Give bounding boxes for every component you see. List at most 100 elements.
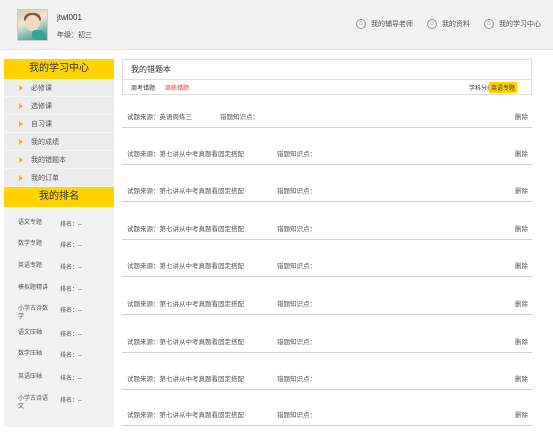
- question-row: 试题来源：第七讲从中考真题看固定搭配 错题知识点： 删除: [122, 220, 532, 240]
- filter-weekly-exam[interactable]: 周考错题: [131, 83, 155, 92]
- delete-button[interactable]: 删除: [515, 111, 528, 121]
- question-row: 试题来源：第七讲从中考真题看固定搭配 错题知识点： 删除: [122, 257, 532, 277]
- avatar[interactable]: [17, 9, 48, 41]
- rank-name: 模拟题精讲: [18, 285, 49, 291]
- question-knowledge-point: 错题知识点：: [277, 263, 316, 270]
- question-knowledge-point: 错题知识点：: [277, 376, 316, 383]
- delete-button[interactable]: 删除: [515, 148, 528, 158]
- sidebar-item-label: 自习课: [31, 120, 52, 128]
- delete-button[interactable]: 删除: [515, 336, 528, 346]
- username: jtwl001: [57, 13, 82, 22]
- top-links: ☺ 我的辅导老师 ☺ 我的资料 ☺ 我的学习中心: [356, 19, 541, 29]
- header: jtwl001 年级：初三 ☺ 我的辅导老师 ☺ 我的资料 ☺ 我的学习中心: [0, 0, 553, 50]
- triangle-icon: [19, 174, 23, 181]
- link-my-profile[interactable]: ☺ 我的资料: [427, 19, 470, 29]
- rank-value: 排名：--: [60, 308, 82, 314]
- question-source: 试题来源：英语周练三: [127, 114, 192, 121]
- sidebar-item-label: 选修课: [31, 102, 52, 110]
- study-circle-icon: ☺: [484, 19, 494, 29]
- sidebar-item-mistakes[interactable]: 我的错题本: [4, 151, 114, 169]
- question-source: 试题来源：第七讲从中考真题看固定搭配: [127, 151, 244, 158]
- rank-value: 排名：--: [60, 353, 82, 359]
- triangle-icon: [19, 156, 23, 163]
- sidebar-item-grades[interactable]: 我的成绩: [4, 133, 114, 151]
- question-knowledge-point: 错题知识点：: [277, 151, 316, 158]
- link-my-study-center[interactable]: ☺ 我的学习中心: [484, 19, 541, 29]
- rank-row: 数学压轴 排名：--: [4, 350, 114, 359]
- rank-row: 数学专题 排名：--: [4, 240, 114, 249]
- question-source: 试题来源：第七讲从中考真题看固定搭配: [127, 263, 244, 270]
- rank-name: 数学压轴: [18, 351, 43, 357]
- rank-row: 语文压轴 排名：--: [4, 329, 114, 338]
- sidebar-title: 我的学习中心: [4, 59, 114, 79]
- main-panel: 我的错题本 周考错题 周练错题 学科分类 英语专题: [122, 59, 532, 95]
- sidebar-item-label: 必修课: [31, 84, 52, 92]
- question-row: 试题来源：英语周练三 错题知识点： 删除: [122, 108, 532, 128]
- triangle-icon: [19, 138, 23, 145]
- rank-value: 排名：--: [60, 265, 82, 271]
- triangle-icon: [19, 102, 23, 109]
- question-row: 试题来源：第七讲从中考真题看固定搭配 错题知识点： 删除: [122, 295, 532, 315]
- rank-name: 小学古诗数学: [18, 306, 49, 320]
- rank-value: 排名：--: [60, 222, 82, 228]
- rank-row: 模拟题精讲 排名：--: [4, 284, 114, 293]
- question-source: 试题来源：第七讲从中考真题看固定搭配: [127, 188, 244, 195]
- rank-value: 排名：--: [60, 287, 82, 293]
- sidebar-item-self-study[interactable]: 自习课: [4, 115, 114, 133]
- rank-row: 小学古诗数学 排名：--: [4, 305, 114, 321]
- delete-button[interactable]: 删除: [515, 223, 528, 233]
- page-title: 我的错题本: [122, 59, 532, 79]
- triangle-icon: [19, 84, 23, 91]
- delete-button[interactable]: 删除: [515, 298, 528, 308]
- rank-value: 排名：--: [60, 243, 82, 249]
- delete-button[interactable]: 删除: [515, 409, 528, 419]
- question-knowledge-point: 错题知识点：: [220, 114, 259, 121]
- filter-weekly-practice[interactable]: 周练错题: [165, 83, 189, 92]
- sidebar: 我的学习中心 必修课 选修课 自习课 我的成绩 我的错题本 我的订单 我的排名 …: [4, 59, 114, 427]
- question-row: 试题来源：第七讲从中考真题看固定搭配 错题知识点： 删除: [122, 370, 532, 390]
- question-knowledge-point: 错题知识点：: [277, 301, 316, 308]
- link-label: 我的学习中心: [499, 21, 541, 28]
- link-label: 我的资料: [442, 21, 470, 28]
- rank-row: 语文专题 排名：--: [4, 219, 114, 228]
- delete-button[interactable]: 删除: [515, 373, 528, 383]
- delete-button[interactable]: 删除: [515, 260, 528, 270]
- question-knowledge-point: 错题知识点：: [277, 412, 316, 419]
- triangle-icon: [19, 120, 23, 127]
- sidebar-item-elective[interactable]: 选修课: [4, 97, 114, 115]
- question-source: 试题来源：第七讲从中考真题看固定搭配: [127, 412, 244, 419]
- sidebar-item-label: 我的订单: [31, 174, 59, 182]
- delete-button[interactable]: 删除: [515, 185, 528, 195]
- rank-name: 语文压轴: [18, 330, 43, 336]
- link-my-tutor[interactable]: ☺ 我的辅导老师: [356, 19, 413, 29]
- filter-bar: 周考错题 周练错题 学科分类 英语专题: [122, 79, 532, 95]
- question-knowledge-point: 错题知识点：: [277, 188, 316, 195]
- rank-value: 排名：--: [60, 398, 82, 404]
- rank-row: 小学古诗语文 排名：--: [4, 395, 114, 411]
- rank-name: 小学古诗语文: [18, 396, 49, 410]
- subject-tag-english[interactable]: 英语专题: [488, 82, 517, 93]
- question-source: 试题来源：第七讲从中考真题看固定搭配: [127, 339, 244, 346]
- question-source: 试题来源：第七讲从中考真题看固定搭配: [127, 301, 244, 308]
- user-circle-icon: ☺: [356, 19, 366, 29]
- profile-circle-icon: ☺: [427, 19, 437, 29]
- rank-name: 语文专题: [18, 220, 43, 226]
- rank-row: 英语压轴 排名：--: [4, 373, 114, 382]
- sidebar-item-label: 我的成绩: [31, 138, 59, 146]
- question-source: 试题来源：第七讲从中考真题看固定搭配: [127, 226, 244, 233]
- link-label: 我的辅导老师: [371, 21, 413, 28]
- question-row: 试题来源：第七讲从中考真题看固定搭配 错题知识点： 删除: [122, 406, 532, 426]
- rank-title: 我的排名: [4, 187, 114, 207]
- question-row: 试题来源：第七讲从中考真题看固定搭配 错题知识点： 删除: [122, 182, 532, 202]
- question-source: 试题来源：第七讲从中考真题看固定搭配: [127, 376, 244, 383]
- rank-value: 排名：--: [60, 376, 82, 382]
- question-row: 试题来源：第七讲从中考真题看固定搭配 错题知识点： 删除: [122, 145, 532, 165]
- question-knowledge-point: 错题知识点：: [277, 226, 316, 233]
- rank-name: 英语专题: [18, 263, 43, 269]
- sidebar-item-orders[interactable]: 我的订单: [4, 169, 114, 187]
- rank-name: 数学专题: [18, 241, 43, 247]
- question-knowledge-point: 错题知识点：: [277, 339, 316, 346]
- sidebar-item-label: 我的错题本: [31, 156, 66, 164]
- sidebar-item-required[interactable]: 必修课: [4, 79, 114, 97]
- rank-name: 英语压轴: [18, 374, 43, 380]
